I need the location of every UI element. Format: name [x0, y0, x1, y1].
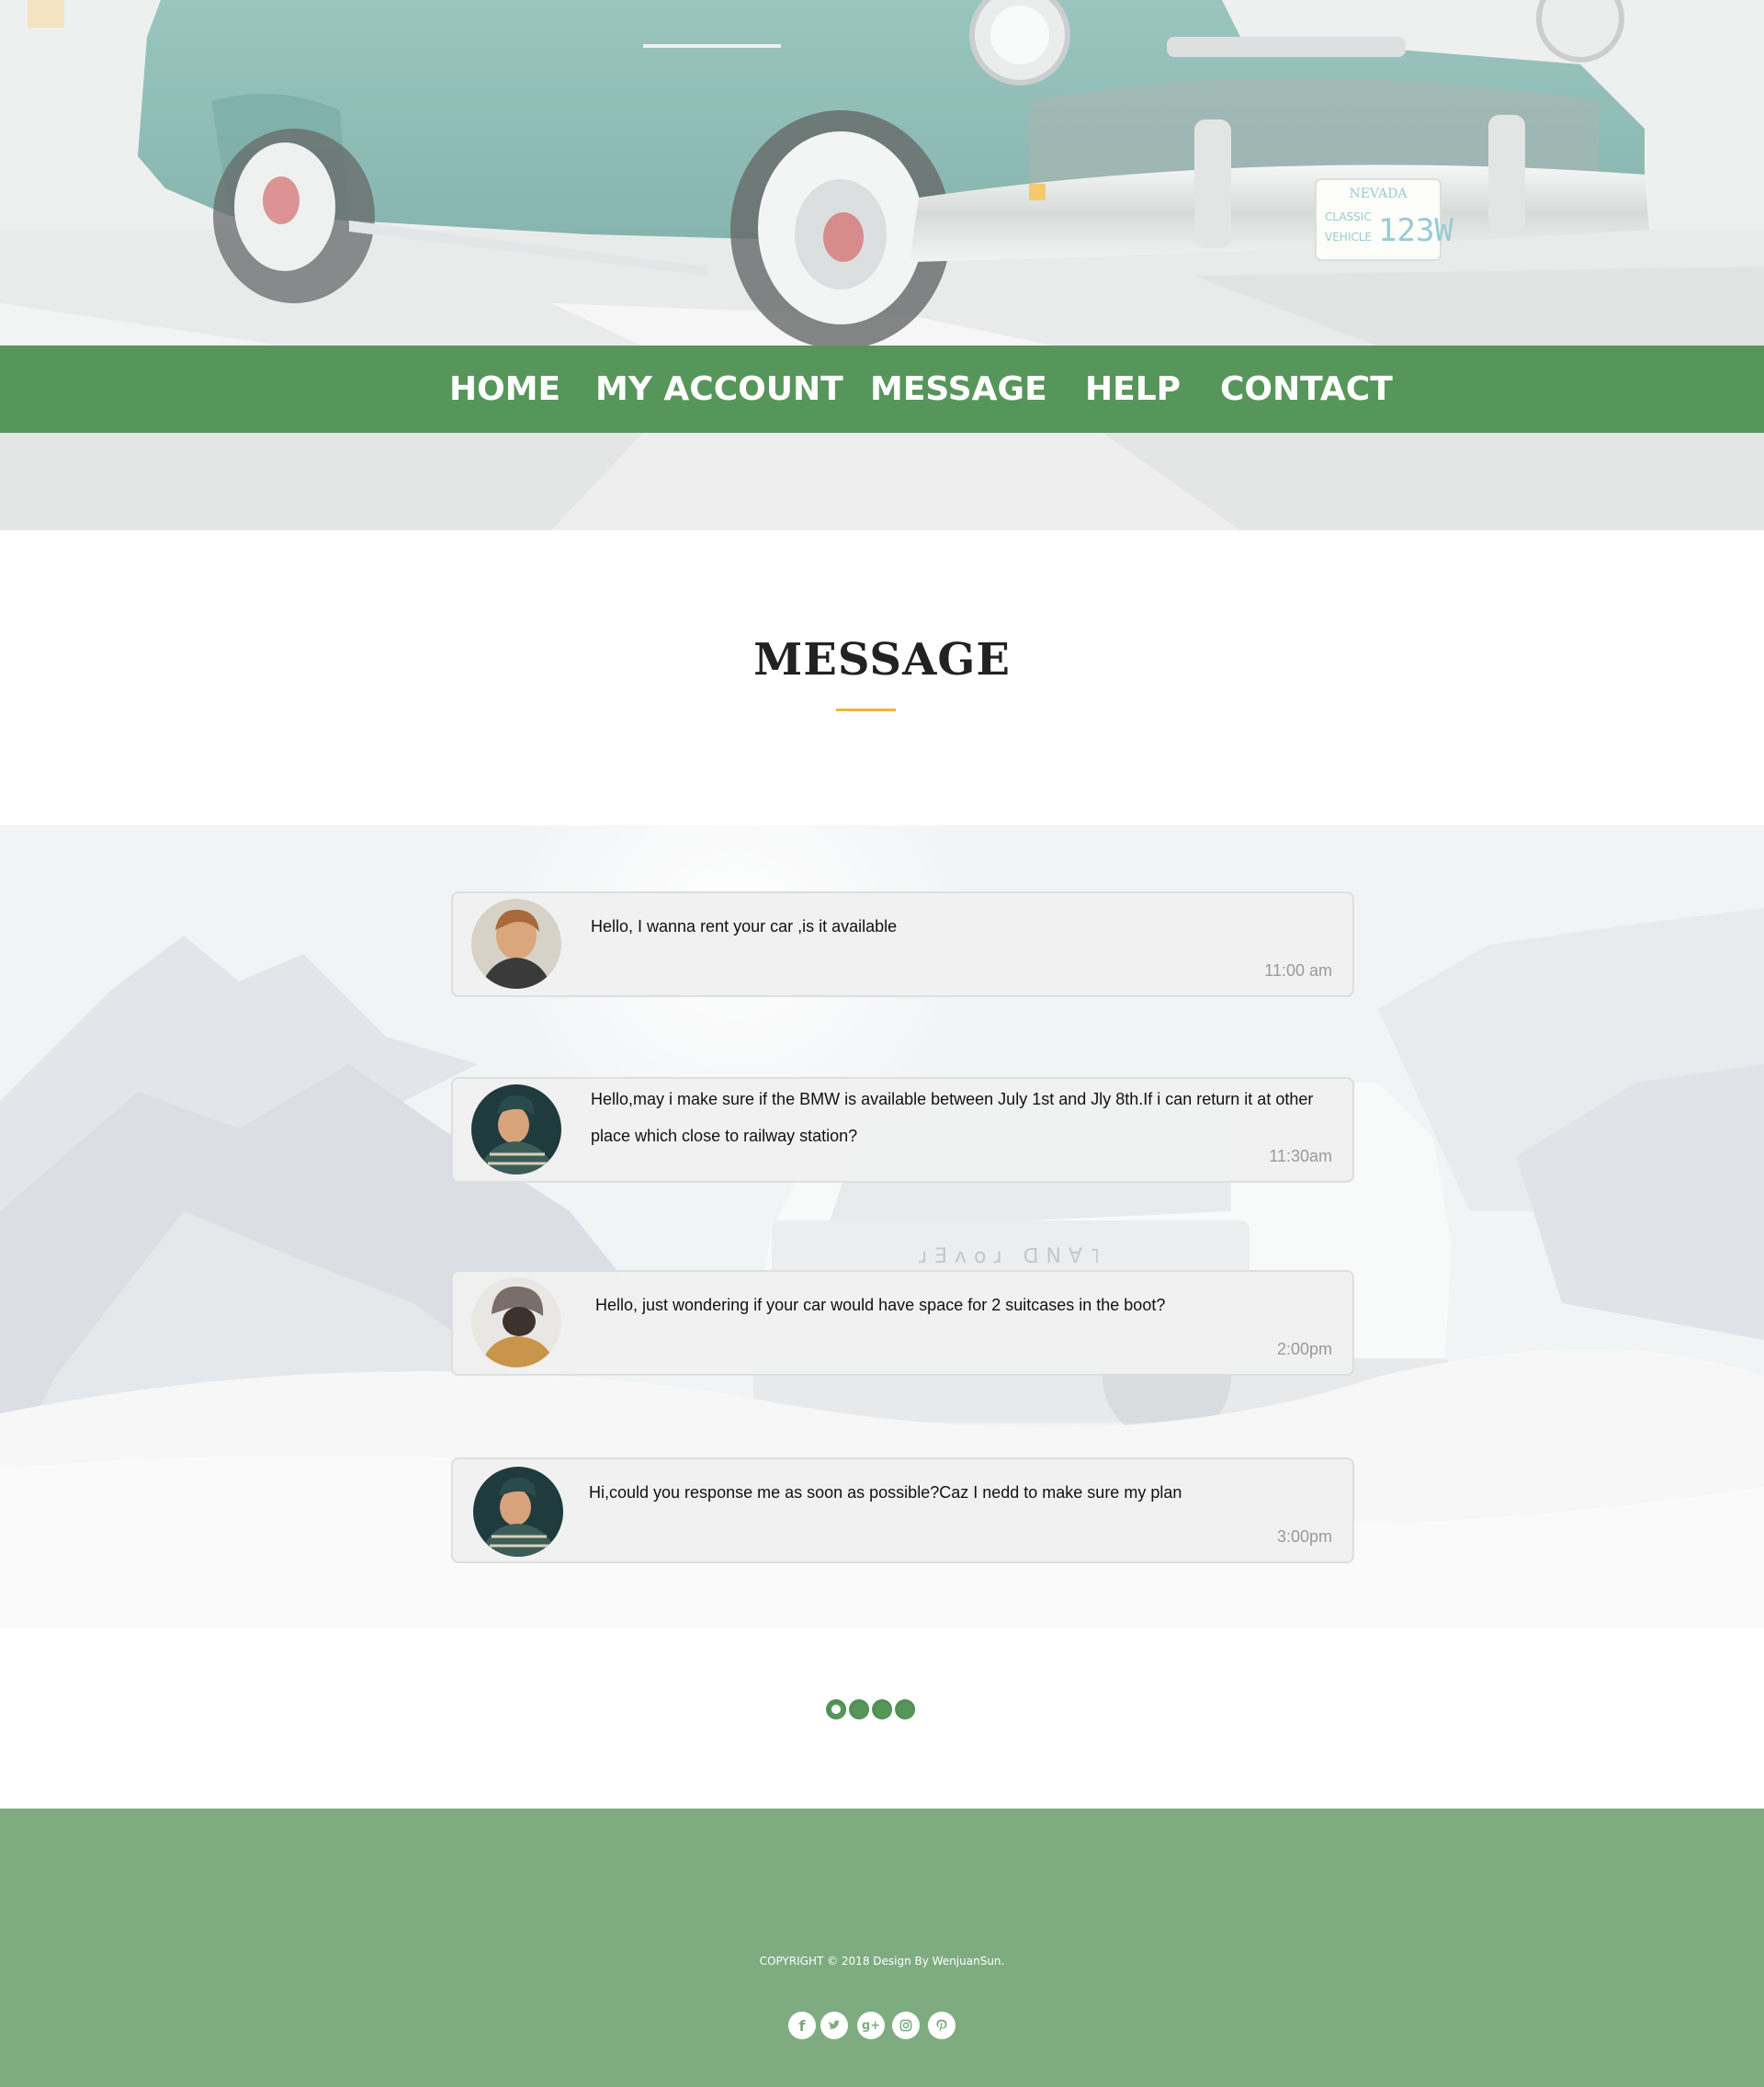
message-time: 11:00 am	[1264, 961, 1332, 980]
message-card[interactable]: Hello, just wondering if your car would …	[451, 1270, 1354, 1376]
copyright-text: COPYRIGHT © 2018 Design By WenjuanSun.	[759, 1955, 1005, 1968]
twitter-icon[interactable]	[820, 2012, 848, 2039]
facebook-icon[interactable]: f	[788, 2012, 816, 2039]
message-text: Hello,may i make sure if the BMW is avai…	[591, 1090, 1314, 1145]
message-card[interactable]: Hello, I wanna rent your car ,is it avai…	[451, 891, 1354, 997]
pinterest-icon[interactable]	[928, 2012, 956, 2039]
message-time: 2:00pm	[1276, 1340, 1332, 1358]
nav-help-link[interactable]: HELP	[1085, 346, 1181, 433]
page-title: MESSAGE	[753, 634, 1011, 686]
avatar-icon	[471, 1277, 561, 1367]
message-time: 3:00pm	[1276, 1527, 1332, 1546]
message-time: 11:30am	[1269, 1147, 1332, 1165]
message-text: Hi,could you response me as soon as poss…	[589, 1483, 1182, 1502]
avatar-icon	[473, 1467, 563, 1557]
avatar-icon	[471, 899, 561, 989]
messages-section: ɹƎʌoɹ ᗡNⱯ˥ Hello, I wanna rent your car …	[0, 825, 1764, 1628]
page-dot-1[interactable]	[826, 1699, 846, 1719]
message-card[interactable]: Hello,may i make sure if the BMW is avai…	[451, 1077, 1354, 1183]
nav-my-account-link[interactable]: MY ACCOUNT	[595, 346, 843, 433]
nav-home-link[interactable]: HOME	[449, 346, 560, 433]
main-nav: HOME MY ACCOUNT MESSAGE HELP CONTACT	[0, 346, 1764, 433]
page-dot-2[interactable]	[849, 1699, 869, 1719]
page-dot-3[interactable]	[872, 1699, 892, 1719]
avatar-icon	[471, 1084, 561, 1174]
message-text: Hello, just wondering if your car would …	[595, 1296, 1166, 1314]
message-card[interactable]: Hi,could you response me as soon as poss…	[451, 1457, 1354, 1563]
google-plus-icon[interactable]: g+	[857, 2012, 885, 2039]
title-underline	[836, 709, 896, 711]
footer: COPYRIGHT © 2018 Design By WenjuanSun. f…	[0, 1809, 1764, 2087]
nav-message-link[interactable]: MESSAGE	[870, 346, 1047, 433]
page-dot-4[interactable]	[895, 1699, 915, 1719]
message-text: Hello, I wanna rent your car ,is it avai…	[591, 917, 898, 936]
hero-car-image: NEVADA CLASSIC VEHICLE 123W	[0, 0, 1764, 530]
hero-banner: NEVADA CLASSIC VEHICLE 123W HOME MY ACCO…	[0, 0, 1764, 530]
nav-contact-link[interactable]: CONTACT	[1220, 346, 1393, 433]
instagram-icon[interactable]	[892, 2012, 920, 2039]
